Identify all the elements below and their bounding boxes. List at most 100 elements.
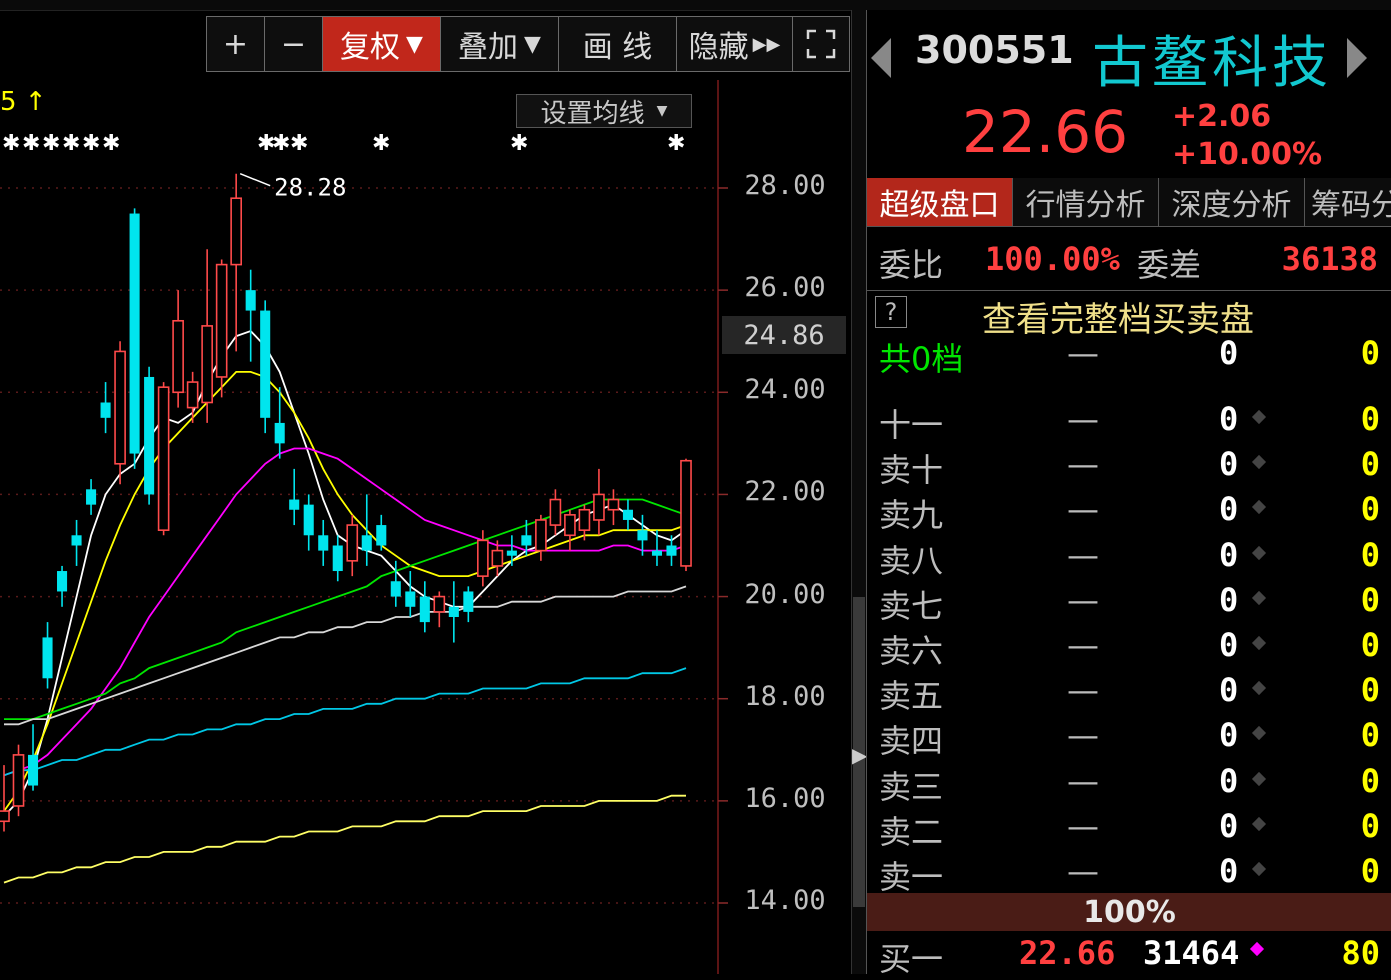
tab-chip-distribution[interactable]: 筹码分 xyxy=(1305,178,1391,226)
ask-level-row[interactable]: 卖三 — 0 0 xyxy=(867,760,1391,806)
event-star-icon: ✱ xyxy=(272,131,290,156)
event-star-icon: ✱ xyxy=(102,131,120,156)
bid-volume: 31464 xyxy=(1143,934,1240,972)
diamond-icon xyxy=(1251,771,1267,786)
price-placeholder: — xyxy=(1067,490,1099,529)
diamond-icon xyxy=(1251,861,1267,877)
tab-super-orderbook[interactable]: 超级盘口 xyxy=(867,178,1013,226)
diamond-icon xyxy=(1251,500,1267,515)
buy-ratio-bar: 100% xyxy=(867,893,1391,931)
ask-level-label: 卖三 xyxy=(879,767,944,806)
fullscreen-button[interactable] xyxy=(793,17,849,71)
candle-body xyxy=(463,591,474,612)
candle-body xyxy=(274,422,285,444)
vertical-splitter[interactable]: ▶ xyxy=(851,10,867,974)
ask-level-label: 卖四 xyxy=(879,722,944,761)
ask-level-row[interactable]: 十一 — 0 0 xyxy=(867,398,1391,444)
event-star-icon: ✱ xyxy=(667,131,685,156)
ask-level-row[interactable]: 卖二 — 0 0 xyxy=(867,805,1391,851)
ask-level-row[interactable]: 卖十 — 0 0 xyxy=(867,443,1391,489)
price-placeholder: — xyxy=(1067,671,1099,710)
ask-level-label: 卖八 xyxy=(879,541,944,580)
candle-body xyxy=(332,545,343,572)
y-tick-label: 20.00 xyxy=(744,578,826,610)
candle-body xyxy=(230,197,243,266)
ask-level-row[interactable]: 卖五 — 0 0 xyxy=(867,669,1391,715)
total-levels-label: 共0档 xyxy=(879,340,964,378)
candle-body xyxy=(477,539,489,577)
total-levels-row: 共0档 — 0 0 xyxy=(867,332,1391,378)
candle-body xyxy=(549,498,562,526)
candle-body xyxy=(535,519,547,552)
ask-level-row[interactable]: 卖九 — 0 0 xyxy=(867,488,1391,534)
event-star-icon: ✱ xyxy=(372,131,390,156)
ask-level-row[interactable]: 卖四 — 0 0 xyxy=(867,714,1391,761)
hide-button[interactable]: 隐藏 ▶▶ xyxy=(677,17,793,71)
ask-level-row[interactable]: 卖一 — 0 0 xyxy=(867,850,1391,896)
overlay-button[interactable]: 叠加 ▼ xyxy=(441,17,559,71)
price-placeholder: — xyxy=(1067,400,1099,438)
y-tick-label: 22.00 xyxy=(744,476,826,508)
zoom-out-button[interactable]: − xyxy=(265,17,323,71)
fuquan-button[interactable]: 复权 ▼ xyxy=(323,17,441,71)
price-placeholder: — xyxy=(1067,716,1099,755)
ask-level-label: 卖六 xyxy=(879,632,944,670)
candle-body xyxy=(245,290,256,311)
kline-chart-area[interactable]: 28.28 5 ↑ ✱ ✱ ✱ ✱ ✱ ✱ ✱ ✱ ✱ ✱ ✱ ✱ + − 复权 ▼ 叠加 ▼ 画 线 隐… xyxy=(0,10,850,974)
ask-order-count: 0 xyxy=(1360,761,1380,800)
ask-volume: 0 xyxy=(1219,445,1239,484)
price-placeholder: — xyxy=(1067,334,1099,372)
bid-order-count: 80 xyxy=(1341,934,1380,972)
candle-body xyxy=(12,754,25,807)
candle-body xyxy=(376,525,387,546)
zoom-in-button[interactable]: + xyxy=(207,17,265,71)
ask-order-count: 0 xyxy=(1360,852,1380,890)
ask-volume: 0 xyxy=(1219,400,1239,438)
candle-body xyxy=(622,509,633,520)
draw-line-button[interactable]: 画 线 xyxy=(559,17,677,71)
ask-volume: 0 xyxy=(1219,626,1239,664)
ma-setting-dropdown[interactable]: 设置均线 ▼ xyxy=(516,94,692,129)
candle-body xyxy=(157,386,170,531)
bid-level-1-row[interactable]: 买一 22.66 31464 80 xyxy=(867,932,1391,978)
candle-body xyxy=(564,514,576,537)
ask-level-label: 卖七 xyxy=(879,586,944,625)
ask-level-label: 卖二 xyxy=(879,812,944,851)
tab-market-analysis[interactable]: 行情分析 xyxy=(1013,178,1159,226)
prev-stock-arrow-icon[interactable] xyxy=(871,38,891,78)
dropdown-arrow-icon: ▼ xyxy=(524,31,541,57)
price-placeholder: — xyxy=(1067,806,1099,845)
diamond-icon xyxy=(1251,409,1267,425)
change-amount: +2.06 xyxy=(1172,99,1272,134)
y-tick-label: 14.00 xyxy=(744,885,826,916)
ask-volume: 0 xyxy=(1219,671,1239,710)
y-tick-label: 24.00 xyxy=(744,374,826,406)
collapse-arrow-icon[interactable]: ▶ xyxy=(852,735,867,775)
order-ratio-row: 委比 100.00% 委差 36138 xyxy=(867,232,1391,291)
fullscreen-icon xyxy=(806,29,836,59)
candle-body xyxy=(186,381,199,409)
candle-body xyxy=(433,595,446,613)
hide-label: 隐藏 xyxy=(688,30,749,65)
diamond-icon xyxy=(1251,590,1267,605)
weibi-value: 100.00% xyxy=(985,240,1120,278)
candle-body xyxy=(0,810,10,823)
chevron-down-icon: ▼ xyxy=(656,103,668,119)
candle-body xyxy=(201,325,213,404)
event-star-icon: ✱ xyxy=(22,131,40,156)
ask-level-row[interactable]: 卖六 — 0 0 xyxy=(867,624,1391,670)
tab-depth-analysis[interactable]: 深度分析 xyxy=(1159,178,1305,226)
ask-level-row[interactable]: 卖八 — 0 0 xyxy=(867,534,1391,580)
y-tick-label: 18.00 xyxy=(744,680,826,712)
ask-level-row[interactable]: 卖七 — 0 0 xyxy=(867,579,1391,625)
candle-body xyxy=(346,524,359,562)
price-change: +2.06 +10.00% xyxy=(1172,98,1322,174)
candle-body xyxy=(27,754,39,786)
candle-body xyxy=(260,310,271,418)
price-placeholder: — xyxy=(1067,852,1099,890)
dropdown-arrow-icon: ▼ xyxy=(406,31,423,57)
next-stock-arrow-icon[interactable] xyxy=(1347,38,1367,78)
help-icon[interactable]: ? xyxy=(875,296,907,328)
event-star-icon: ✱ xyxy=(510,131,528,156)
candle-body xyxy=(172,319,184,394)
